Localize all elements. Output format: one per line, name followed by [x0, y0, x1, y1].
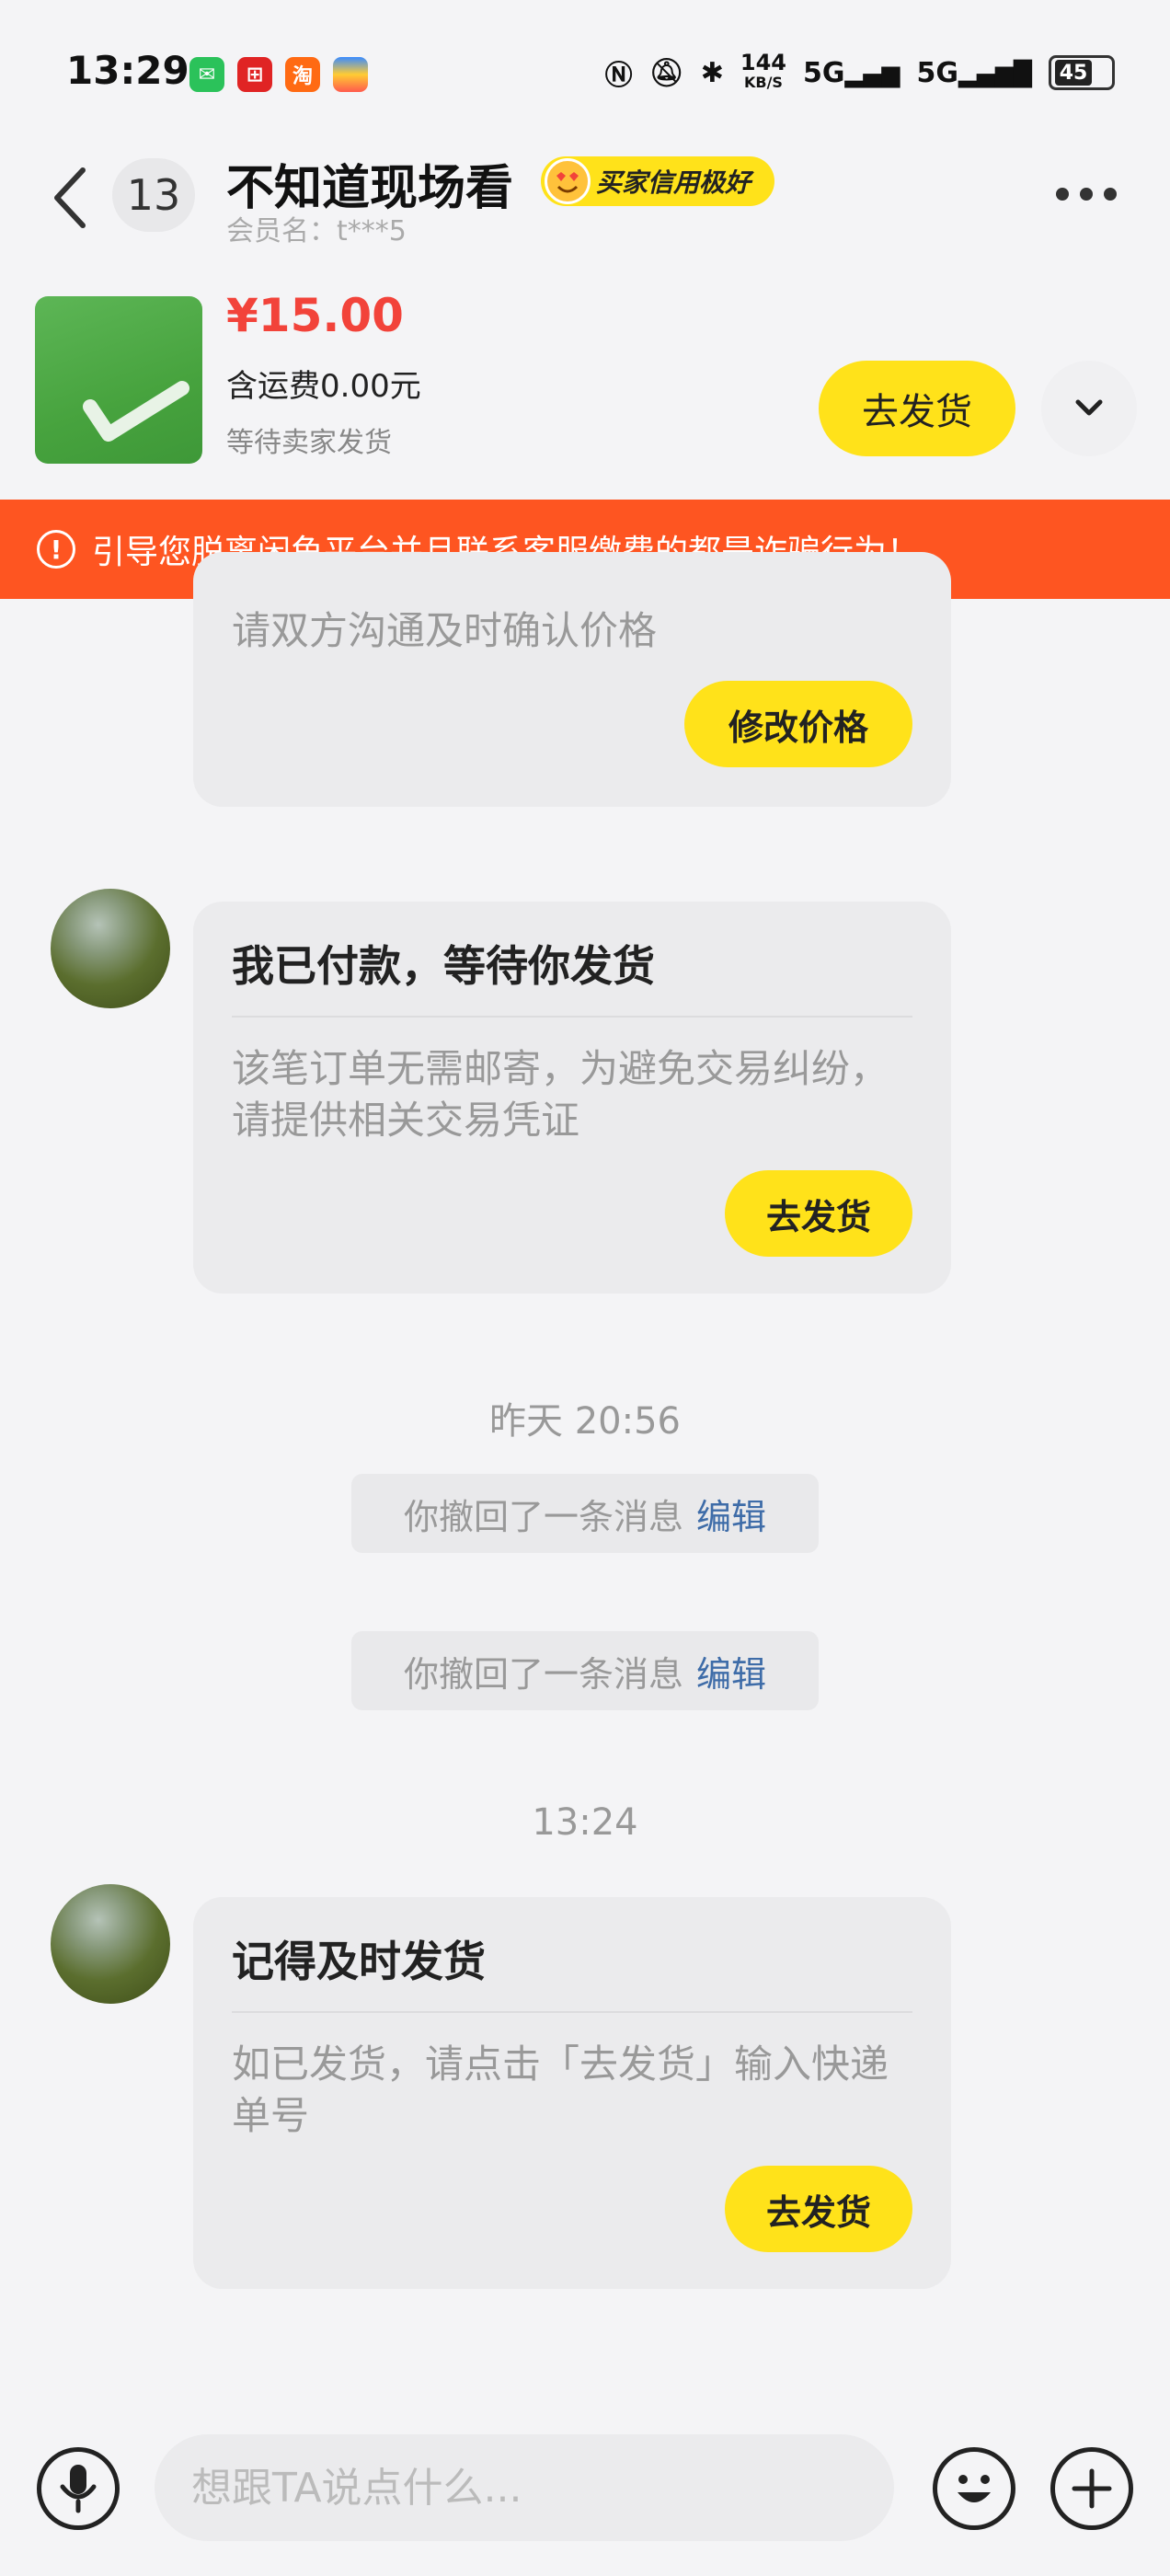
- warning-icon: !: [37, 530, 75, 569]
- modify-price-button[interactable]: 修改价格: [684, 681, 912, 767]
- microphone-icon: [60, 2465, 97, 2513]
- plus-button[interactable]: [1050, 2447, 1133, 2530]
- timestamp: 昨天 20:56: [489, 1400, 681, 1443]
- voice-button[interactable]: [37, 2447, 120, 2530]
- card-body: 如已发货，请点击「去发货」输入快递单号: [232, 2041, 889, 2138]
- member-name: 会员名：t***5: [226, 215, 407, 247]
- message-input[interactable]: [155, 2434, 894, 2541]
- back-arrow-icon[interactable]: [48, 161, 94, 235]
- product-price: ¥15.00: [226, 289, 404, 342]
- more-options-icon[interactable]: [1056, 180, 1130, 208]
- checkmark-icon: [83, 381, 189, 442]
- avatar[interactable]: [51, 1884, 170, 2004]
- bluetooth-icon: ✱: [700, 56, 724, 89]
- shopping-cart-icon: ⊞: [237, 57, 272, 92]
- edit-link[interactable]: 编辑: [696, 1646, 766, 1696]
- recalled-message-notice: 你撤回了一条消息 编辑: [351, 1474, 819, 1553]
- shipping-fee: 含运费0.00元: [226, 368, 421, 405]
- nfc-icon: Ⓝ: [604, 60, 633, 92]
- recalled-message-notice: 你撤回了一条消息 编辑: [351, 1631, 819, 1710]
- status-bar: 13:29 ✉ ⊞ 淘 Ⓝ 🔕︎ ✱ 144 KB/S 5G▂▄▆ 5G▂▄▆█…: [0, 0, 1170, 138]
- system-icons: Ⓝ 🔕︎ ✱ 144 KB/S 5G▂▄▆ 5G▂▄▆█ 45: [605, 52, 1115, 94]
- mute-icon: 🔕︎: [648, 56, 684, 89]
- card-body: 请双方沟通及时确认价格: [232, 608, 658, 653]
- order-status: 等待卖家发货: [226, 427, 392, 459]
- ship-button[interactable]: 去发货: [819, 361, 1015, 456]
- product-thumbnail[interactable]: [35, 296, 202, 464]
- heart-eyes-icon: [545, 158, 591, 204]
- recalled-text: 你撤回了一条消息: [403, 1653, 683, 1695]
- ship-button[interactable]: 去发货: [725, 1170, 912, 1257]
- reminder-card: 记得及时发货 如已发货，请点击「去发货」输入快递单号 去发货: [193, 1897, 951, 2289]
- battery-icon: 45: [1049, 55, 1115, 90]
- edit-link[interactable]: 编辑: [696, 1489, 766, 1539]
- avatar[interactable]: [51, 889, 170, 1008]
- recalled-text: 你撤回了一条消息: [403, 1496, 683, 1537]
- chevron-down-icon: [1075, 399, 1103, 416]
- card-title: 记得及时发货: [232, 1937, 486, 1986]
- net-speed: 144 KB/S: [740, 50, 787, 91]
- expand-button[interactable]: [1041, 361, 1137, 456]
- battery-level: 45: [1055, 60, 1092, 86]
- unread-count-badge[interactable]: 13: [112, 158, 195, 232]
- wallet-icon: [333, 57, 368, 92]
- wechat-icon: ✉: [189, 57, 224, 92]
- signal-5g-2-icon: 5G▂▄▆█: [916, 56, 1032, 89]
- status-time: 13:29: [66, 48, 189, 93]
- timestamp: 13:24: [532, 1801, 638, 1844]
- signal-5g-icon: 5G▂▄▆: [803, 56, 900, 89]
- price-confirm-card: 请双方沟通及时确认价格 修改价格: [193, 552, 951, 807]
- emoji-button[interactable]: [933, 2447, 1015, 2530]
- payment-card: 我已付款，等待你发货 该笔订单无需邮寄，为避免交易纠纷，请提供相关交易凭证 去发…: [193, 902, 951, 1294]
- card-title: 我已付款，等待你发货: [232, 941, 655, 991]
- ship-button[interactable]: 去发货: [725, 2166, 912, 2252]
- smiley-icon: [958, 2475, 991, 2502]
- plus-icon: [1072, 2468, 1112, 2509]
- card-divider: [232, 2011, 912, 2013]
- taobao-icon: 淘: [285, 57, 320, 92]
- card-body: 该笔订单无需邮寄，为避免交易纠纷，请提供相关交易凭证: [232, 1046, 889, 1143]
- card-divider: [232, 1016, 912, 1018]
- heart-eyes-face-icon: [556, 172, 579, 193]
